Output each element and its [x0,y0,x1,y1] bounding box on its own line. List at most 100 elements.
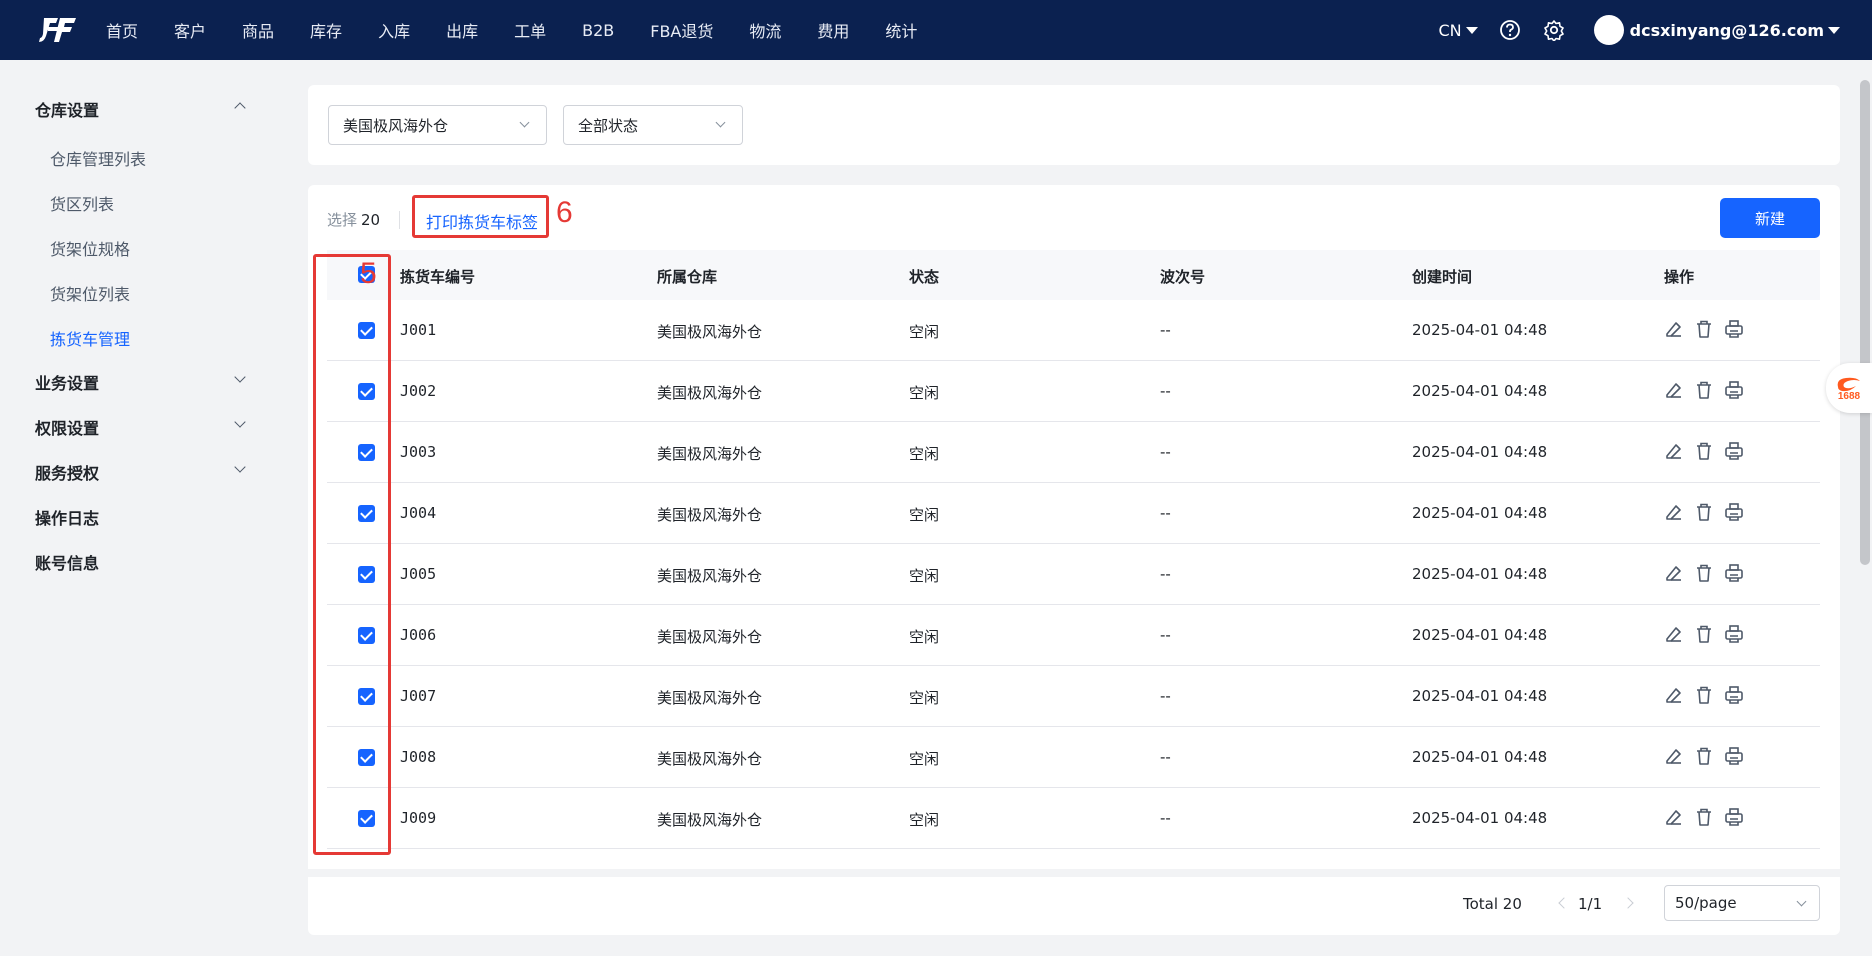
table-row: J009 美国极风海外仓 空闲 -- 2025-04-01 04:48 [327,788,1820,849]
nav-fees[interactable]: 费用 [817,0,849,60]
print-icon[interactable] [1723,623,1745,645]
cell-cart-code: J006 [400,626,437,644]
print-icon[interactable] [1723,684,1745,706]
cell-warehouse: 美国极风海外仓 [657,384,763,402]
sidebar-group-business-settings[interactable]: 业务设置 [35,370,99,394]
edit-icon[interactable] [1663,379,1685,401]
chevron-down-icon [519,117,530,128]
delete-icon[interactable] [1693,684,1715,706]
cell-created-time: 2025-04-01 04:48 [1412,626,1548,644]
cell-warehouse: 美国极风海外仓 [657,811,763,829]
delete-icon[interactable] [1693,440,1715,462]
edit-icon[interactable] [1663,684,1685,706]
sidebar-item-shelf-list[interactable]: 货架位列表 [50,281,130,305]
warehouse-select-value: 美国极风海外仓 [343,116,449,135]
alibaba-1688-badge[interactable]: 1688 [1826,363,1872,413]
delete-icon[interactable] [1693,562,1715,584]
nav-statistics[interactable]: 统计 [885,0,917,60]
cell-status: 空闲 [909,445,940,463]
cell-wave-number: -- [1160,626,1171,644]
sidebar-item-warehouse-list[interactable]: 仓库管理列表 [50,146,146,170]
new-button[interactable]: 新建 [1720,198,1820,238]
edit-icon[interactable] [1663,562,1685,584]
sidebar-item-account-info[interactable]: 账号信息 [35,550,99,574]
edit-icon[interactable] [1663,623,1685,645]
delete-icon[interactable] [1693,806,1715,828]
nav-outbound[interactable]: 出库 [446,0,478,60]
cell-wave-number: -- [1160,687,1171,705]
page-scrollbar[interactable] [1860,80,1870,565]
print-icon[interactable] [1723,562,1745,584]
cell-warehouse: 美国极风海外仓 [657,628,763,646]
warehouse-select[interactable]: 美国极风海外仓 [328,105,547,145]
nav-inbound[interactable]: 入库 [378,0,410,60]
status-select[interactable]: 全部状态 [563,105,743,145]
delete-icon[interactable] [1693,745,1715,767]
cell-wave-number: -- [1160,565,1171,583]
sidebar-group-warehouse-settings[interactable]: 仓库设置 [35,97,99,121]
user-email: dcsxinyang@126.com [1629,20,1824,40]
next-page-icon[interactable] [1622,897,1634,909]
edit-icon[interactable] [1663,440,1685,462]
toolbar-divider [399,211,400,229]
edit-icon[interactable] [1663,745,1685,767]
sidebar-group-permission-settings[interactable]: 权限设置 [35,415,99,439]
table-row: J001 美国极风海外仓 空闲 -- 2025-04-01 04:48 [327,300,1820,361]
language-select[interactable]: CN [1439,21,1478,40]
cell-warehouse: 美国极风海外仓 [657,506,763,524]
sidebar-item-picking-cart[interactable]: 拣货车管理 [50,326,130,350]
settings-gear-icon[interactable] [1542,18,1566,42]
sidebar-item-operation-log[interactable]: 操作日志 [35,505,99,529]
print-icon[interactable] [1723,806,1745,828]
page-size-value: 50/page [1675,894,1737,912]
chevron-down-icon[interactable] [234,416,246,428]
badge-label: 1688 [1837,390,1861,402]
prev-page-icon[interactable] [1558,897,1570,909]
edit-icon[interactable] [1663,806,1685,828]
nav-b2b[interactable]: B2B [582,0,614,60]
cell-created-time: 2025-04-01 04:48 [1412,321,1548,339]
edit-icon[interactable] [1663,501,1685,523]
col-actions: 操作 [1664,268,1695,286]
nav-customers[interactable]: 客户 [174,0,206,60]
chevron-down-icon[interactable] [234,371,246,383]
sidebar: 仓库设置 仓库管理列表 货区列表 货架位规格 货架位列表 拣货车管理 业务设置 … [0,60,276,956]
nav-work-orders[interactable]: 工单 [514,0,546,60]
print-icon[interactable] [1723,440,1745,462]
print-icon[interactable] [1723,501,1745,523]
delete-icon[interactable] [1693,318,1715,340]
nav-logistics[interactable]: 物流 [749,0,781,60]
nav-home[interactable]: 首页 [106,0,138,60]
page-size-select[interactable]: 50/page [1664,885,1820,921]
edit-icon[interactable] [1663,318,1685,340]
table-row: J008 美国极风海外仓 空闲 -- 2025-04-01 04:48 [327,727,1820,788]
delete-icon[interactable] [1693,379,1715,401]
table-card: 选择 20 打印拣货车标签 新建 拣货车编号 所属仓库 状态 波次号 创建时间 操… [308,185,1840,935]
print-icon[interactable] [1723,745,1745,767]
print-icon[interactable] [1723,318,1745,340]
delete-icon[interactable] [1693,501,1715,523]
cell-cart-code: J005 [400,565,437,583]
help-icon[interactable] [1498,18,1522,42]
cell-wave-number: -- [1160,809,1171,827]
nav-fba-returns[interactable]: FBA退货 [650,0,713,60]
app-logo[interactable] [36,15,80,45]
chevron-down-icon[interactable] [234,461,246,473]
delete-icon[interactable] [1693,623,1715,645]
cell-status: 空闲 [909,506,940,524]
sidebar-item-zone-list[interactable]: 货区列表 [50,191,114,215]
cell-cart-code: J001 [400,321,437,339]
cell-status: 空闲 [909,689,940,707]
nav-products[interactable]: 商品 [242,0,274,60]
print-icon[interactable] [1723,379,1745,401]
chevron-up-icon[interactable] [234,102,246,114]
cell-cart-code: J007 [400,687,437,705]
cell-cart-code: J009 [400,809,437,827]
sidebar-group-service-auth[interactable]: 服务授权 [35,460,99,484]
cell-wave-number: -- [1160,321,1171,339]
table-row: J002 美国极风海外仓 空闲 -- 2025-04-01 04:48 [327,361,1820,422]
sidebar-item-shelf-spec[interactable]: 货架位规格 [50,236,130,260]
nav-inventory[interactable]: 库存 [310,0,342,60]
user-menu[interactable]: dcsxinyang@126.com [1593,15,1840,45]
cell-status: 空闲 [909,811,940,829]
